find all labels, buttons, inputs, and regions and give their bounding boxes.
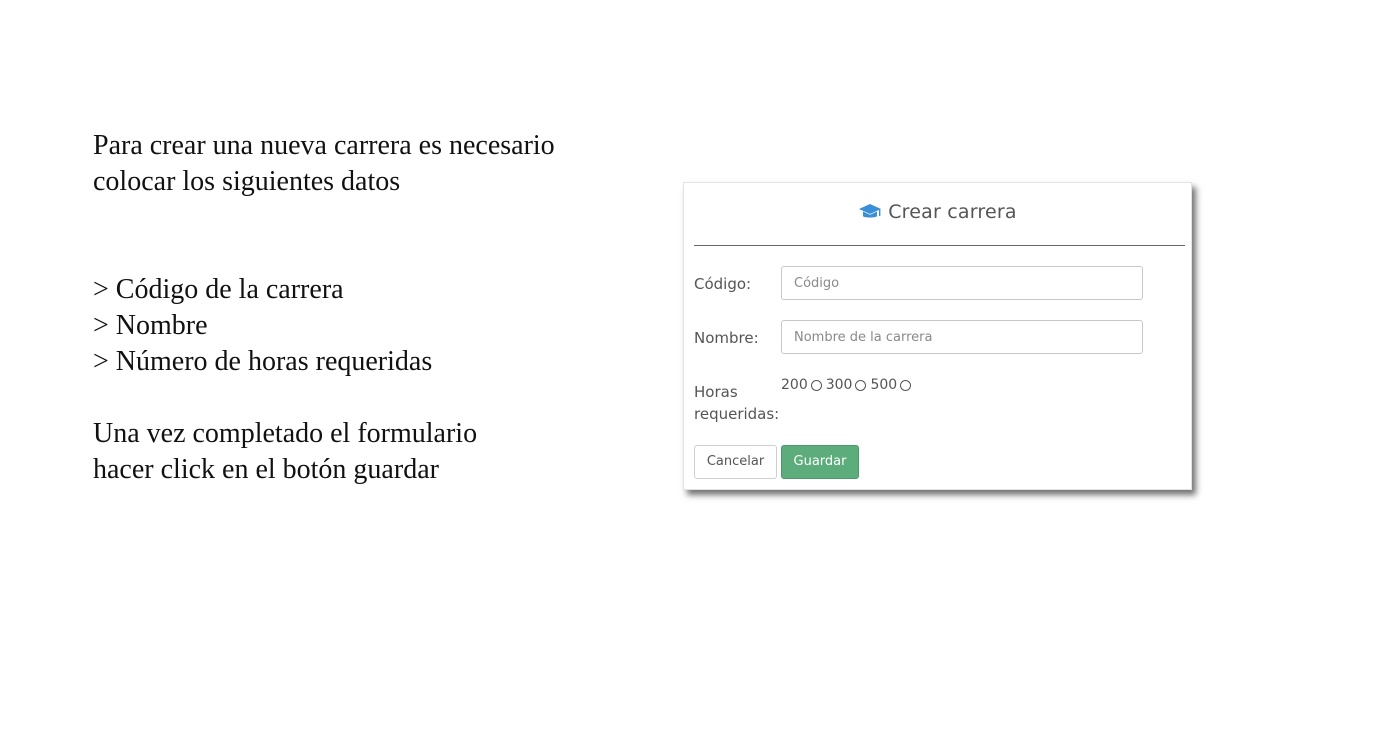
instructions-list-item: > Código de la carrera (93, 274, 344, 305)
instructions-list-item: > Nombre (93, 310, 208, 341)
horas-radio-group: 200 300 500 (781, 377, 915, 393)
horas-option-label: 500 (870, 377, 898, 393)
radio-button[interactable] (810, 379, 822, 391)
horas-label-line: requeridas: (694, 405, 780, 423)
graduation-cap-icon (858, 203, 882, 226)
form-title: Crear carrera (684, 201, 1191, 226)
horas-option-label: 300 (825, 377, 853, 393)
form-title-text: Crear carrera (888, 201, 1017, 223)
header-divider (694, 245, 1185, 246)
nombre-label: Nombre: (694, 329, 759, 347)
page: Para crear una nueva carrera es necesari… (0, 0, 1400, 750)
radio-button[interactable] (900, 379, 912, 391)
instructions-list-item: > Número de horas requeridas (93, 346, 433, 377)
codigo-input[interactable] (781, 266, 1143, 300)
instructions-outro: Una vez completado el formulario hacer c… (93, 416, 653, 488)
horas-option-label: 200 (781, 377, 808, 393)
horas-label-line: Horas (694, 383, 738, 401)
horas-label: Horas requeridas: (694, 381, 779, 425)
instructions-outro-line: Una vez completado el formulario (93, 418, 478, 449)
codigo-label: Código: (694, 275, 752, 293)
instructions-intro: Para crear una nueva carrera es necesari… (93, 128, 653, 200)
horas-option-500[interactable]: 500 (870, 377, 912, 393)
horas-option-300[interactable]: 300 (826, 377, 867, 393)
nombre-input[interactable] (781, 320, 1143, 354)
instructions-panel: Para crear una nueva carrera es necesari… (93, 128, 653, 488)
instructions-outro-line: hacer click en el botón guardar (93, 454, 439, 485)
cancel-button[interactable]: Cancelar (694, 445, 777, 479)
radio-button[interactable] (855, 379, 867, 391)
save-button[interactable]: Guardar (781, 445, 859, 479)
instructions-intro-line: Para crear una nueva carrera es necesari… (93, 130, 555, 161)
horas-option-200[interactable]: 200 (781, 377, 822, 393)
instructions-intro-line: colocar los siguientes datos (93, 166, 401, 197)
create-career-form: Crear carrera Código: Nombre: Horas requ… (683, 182, 1192, 490)
